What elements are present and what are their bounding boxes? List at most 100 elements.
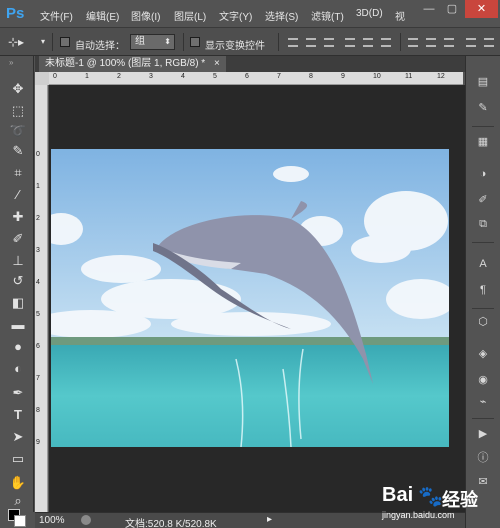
distribute-left-icon[interactable] xyxy=(466,38,476,47)
align-hcenter-icon[interactable] xyxy=(363,38,373,47)
preset-chevron-down-icon[interactable]: ▾ xyxy=(41,37,45,46)
blur-tool-icon[interactable]: ● xyxy=(9,338,27,356)
align-bottom-icon[interactable] xyxy=(324,38,334,47)
ruler-tick-label: 6 xyxy=(245,73,249,80)
menu-edit[interactable]: 编辑(E) xyxy=(86,8,119,23)
quick-select-tool-icon[interactable]: ✎ xyxy=(9,142,27,160)
character-panel-icon[interactable]: A xyxy=(475,256,491,272)
menu-layer[interactable]: 图层(L) xyxy=(174,8,206,23)
proof-setup-icon[interactable] xyxy=(81,515,91,525)
menu-select[interactable]: 选择(S) xyxy=(265,8,298,23)
align-top-icon[interactable] xyxy=(288,38,298,47)
background-color-swatch[interactable] xyxy=(14,515,26,527)
pen-tool-icon[interactable]: ✒ xyxy=(9,384,27,402)
ruler-tick-label: 5 xyxy=(213,73,217,80)
options-divider xyxy=(183,33,184,51)
horizontal-ruler[interactable]: 0 1 2 3 4 5 6 7 8 9 10 11 12 xyxy=(49,72,463,85)
document-tab-title: 未标题-1 @ 100% (图层 1, RGB/8) * xyxy=(45,58,206,69)
distribute-right-icon[interactable] xyxy=(484,38,494,47)
auto-select-label: 自动选择： xyxy=(75,41,125,52)
type-tool-icon[interactable]: T xyxy=(9,406,27,424)
layers-panel-icon[interactable]: ◈ xyxy=(475,346,491,362)
3d-panel-icon[interactable]: ⬡ xyxy=(475,314,491,330)
healing-brush-tool-icon[interactable]: ✚ xyxy=(9,208,27,226)
swatches-panel-icon[interactable]: ▦ xyxy=(475,134,491,150)
history-brush-tool-icon[interactable]: ↺ xyxy=(9,272,27,290)
auto-select-value: 组 xyxy=(135,36,145,47)
paths-panel-icon[interactable]: ⌁ xyxy=(475,394,491,410)
menu-type[interactable]: 文字(Y) xyxy=(219,8,252,23)
tools-panel: » ✥ ⬚ ➰ ✎ ⌗ ⁄ ✚ ✐ ⊥ ↺ ◧ ▬ ● ◐ ✒ T ➤ ▭ ✋ … xyxy=(0,56,34,512)
distribute-top-icon[interactable] xyxy=(408,38,418,47)
menu-file[interactable]: 文件(F) xyxy=(40,8,73,23)
minimize-button[interactable]: — xyxy=(418,0,440,18)
ruler-tick-label: 5 xyxy=(36,311,40,318)
properties-panel-icon[interactable]: ✎ xyxy=(475,100,491,116)
auto-select-dropdown[interactable]: 组 ⬍ xyxy=(130,34,175,50)
vertical-ruler[interactable]: 0 1 2 3 4 5 6 7 8 9 xyxy=(35,85,48,512)
baidu-jingyan-watermark: Bai 🐾 经验 jingyan.baidu.com xyxy=(380,484,500,524)
menu-3d[interactable]: 3D(D) xyxy=(356,8,383,19)
close-window-button[interactable]: ✕ xyxy=(465,0,498,18)
dodge-tool-icon[interactable]: ◐ xyxy=(9,360,27,378)
ruler-tick-label: 3 xyxy=(36,247,40,254)
color-swatches[interactable] xyxy=(8,509,26,527)
marquee-tool-icon[interactable]: ⬚ xyxy=(9,102,27,120)
menu-bar: Ps 文件(F) 编辑(E) 图像(I) 图层(L) 文字(Y) 选择(S) 滤… xyxy=(0,0,500,28)
menu-filter[interactable]: 滤镜(T) xyxy=(311,8,344,23)
crop-tool-icon[interactable]: ⌗ xyxy=(9,164,27,182)
menu-image[interactable]: 图像(I) xyxy=(131,8,160,23)
document-size-info: 文档:520.8 K/520.8K xyxy=(125,519,217,528)
eraser-tool-icon[interactable]: ◧ xyxy=(9,294,27,312)
show-transform-checkbox[interactable] xyxy=(190,37,200,47)
align-left-icon[interactable] xyxy=(345,38,355,47)
collapse-panel-icon[interactable]: » xyxy=(9,58,13,67)
dolphin-photo xyxy=(51,149,449,447)
dock-divider xyxy=(472,242,494,243)
menu-view[interactable]: 视 xyxy=(395,8,405,23)
hand-tool-icon[interactable]: ✋ xyxy=(9,474,27,492)
align-right-icon[interactable] xyxy=(381,38,391,47)
path-select-tool-icon[interactable]: ➤ xyxy=(9,428,27,446)
dock-divider xyxy=(472,126,494,127)
zoom-level[interactable]: 100% xyxy=(39,515,65,526)
brush-panel-icon[interactable]: ✐ xyxy=(475,192,491,208)
brush-tool-icon[interactable]: ✐ xyxy=(9,230,27,248)
status-menu-arrow-icon[interactable]: ▸ xyxy=(267,514,272,525)
ruler-origin[interactable] xyxy=(35,72,49,85)
options-divider xyxy=(400,33,401,51)
ruler-tick-label: 1 xyxy=(36,183,40,190)
ruler-tick-label: 10 xyxy=(373,73,381,80)
ruler-tick-label: 6 xyxy=(36,343,40,350)
clone-stamp-tool-icon[interactable]: ⊥ xyxy=(9,252,27,270)
ruler-tick-label: 3 xyxy=(149,73,153,80)
distribute-bottom-icon[interactable] xyxy=(444,38,454,47)
canvas-area[interactable] xyxy=(49,85,465,512)
actions-panel-icon[interactable]: ▶ xyxy=(475,426,491,442)
adjustments-panel-icon[interactable]: ◑ xyxy=(475,166,491,182)
zoom-tool-icon[interactable]: ⌕ xyxy=(9,492,27,510)
move-tool-preset-icon[interactable]: ⊹▸ xyxy=(8,35,24,49)
eyedropper-tool-icon[interactable]: ⁄ xyxy=(9,186,27,204)
clone-source-panel-icon[interactable]: ⧉ xyxy=(475,216,491,232)
maximize-button[interactable]: ▢ xyxy=(441,0,463,18)
rectangle-tool-icon[interactable]: ▭ xyxy=(9,450,27,468)
ruler-tick-label: 1 xyxy=(85,73,89,80)
ruler-tick-label: 9 xyxy=(341,73,345,80)
paragraph-panel-icon[interactable]: ¶ xyxy=(475,282,491,298)
move-tool-icon[interactable]: ✥ xyxy=(9,80,27,98)
history-panel-icon[interactable]: ▤ xyxy=(475,74,491,90)
options-bar: ⊹▸ ▾ 自动选择： 组 ⬍ 显示变换控件 xyxy=(0,28,500,56)
info-panel-icon[interactable]: ⓘ xyxy=(475,450,491,466)
ruler-tick-label: 11 xyxy=(405,73,413,80)
dock-divider xyxy=(472,308,494,309)
align-vcenter-icon[interactable] xyxy=(306,38,316,47)
gradient-tool-icon[interactable]: ▬ xyxy=(9,316,27,334)
close-tab-icon[interactable]: × xyxy=(214,58,220,69)
document-tab[interactable]: 未标题-1 @ 100% (图层 1, RGB/8) * × xyxy=(39,56,226,72)
distribute-vcenter-icon[interactable] xyxy=(426,38,436,47)
auto-select-checkbox[interactable] xyxy=(60,37,70,47)
lasso-tool-icon[interactable]: ➰ xyxy=(9,122,27,140)
ruler-tick-label: 8 xyxy=(36,407,40,414)
channels-panel-icon[interactable]: ◉ xyxy=(475,372,491,388)
